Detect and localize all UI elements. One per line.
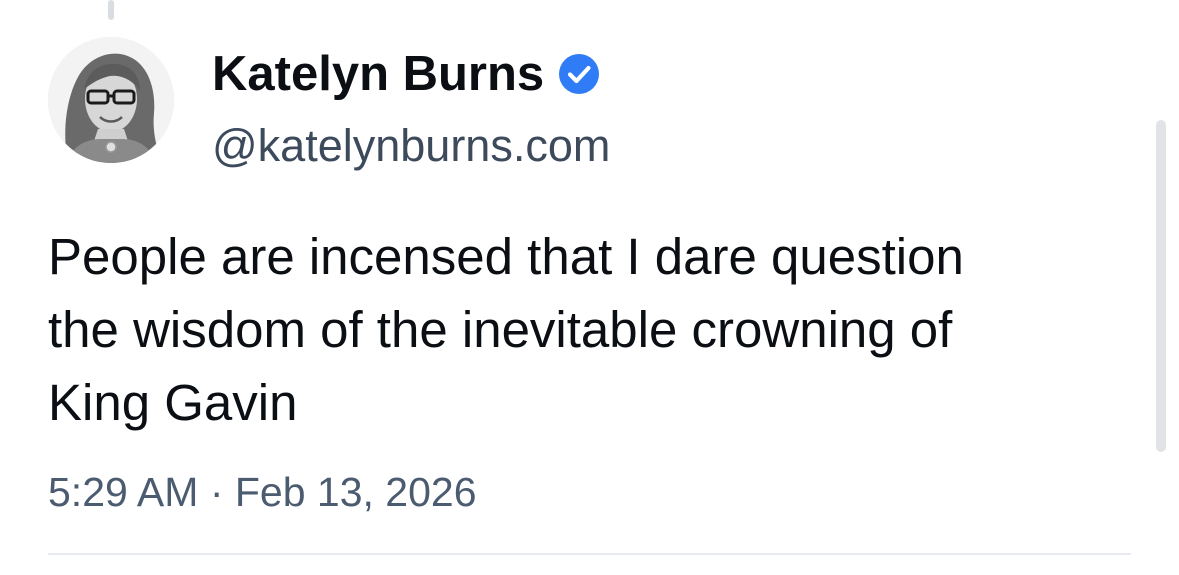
post-text-line: the wisdom of the inevitable crowning of	[48, 301, 953, 358]
author-name[interactable]: Katelyn Burns	[212, 44, 600, 104]
divider	[48, 553, 1131, 555]
author-name-text[interactable]: Katelyn Burns	[212, 44, 544, 104]
scrollbar[interactable]	[1156, 120, 1166, 452]
avatar-portrait-icon	[48, 37, 174, 163]
post-text-line: People are incensed that I dare question	[48, 228, 964, 285]
thread-connector-line	[108, 0, 114, 20]
author-handle[interactable]: @katelynburns.com	[212, 118, 610, 174]
post-text-line: King Gavin	[48, 374, 298, 431]
avatar[interactable]	[48, 37, 174, 163]
verified-badge-icon	[559, 54, 600, 94]
post-timestamp[interactable]: 5:29 AM · Feb 13, 2026	[48, 465, 477, 519]
post-text: People are incensed that I dare question…	[48, 220, 1128, 439]
